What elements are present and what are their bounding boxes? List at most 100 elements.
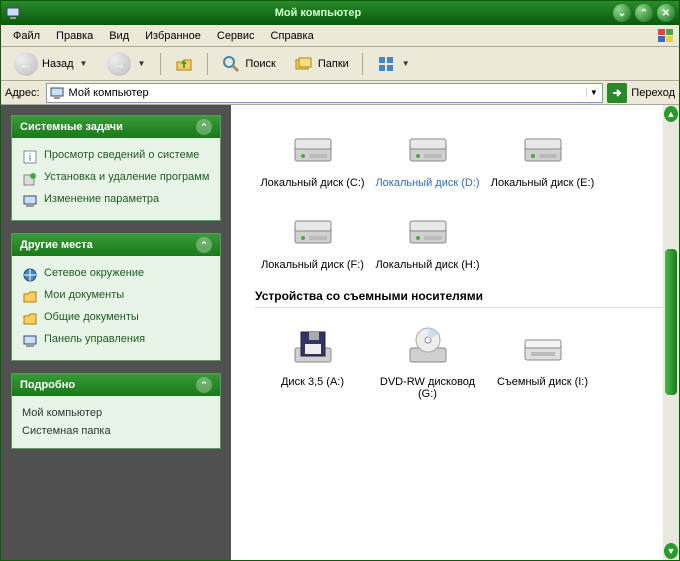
collapse-icon[interactable]: ⌃ [196, 237, 212, 253]
place-label: Панель управления [44, 333, 145, 345]
drive-label: DVD-RW дисковод (G:) [372, 376, 483, 400]
computer-icon [49, 85, 65, 101]
go-arrow-icon [610, 86, 624, 100]
other-places-box: Другие места ⌃ Сетевое окружение Мои док… [11, 233, 221, 361]
forward-button[interactable]: → ▼ [100, 48, 154, 80]
dvd-icon [404, 322, 452, 370]
minimize-button[interactable]: ⌄ [613, 4, 631, 22]
folders-icon [294, 54, 314, 74]
hdd-icon [289, 205, 337, 253]
back-label: Назад [42, 58, 74, 70]
task-system-info[interactable]: i Просмотр сведений о системе [22, 146, 210, 168]
search-label: Поиск [245, 58, 275, 70]
views-icon [376, 54, 396, 74]
task-label: Изменение параметра [44, 193, 159, 205]
place-my-documents[interactable]: Мои документы [22, 286, 210, 308]
system-tasks-header[interactable]: Системные задачи ⌃ [12, 116, 220, 138]
toolbar: ← Назад ▼ → ▼ Поиск Папки ▼ [1, 47, 679, 81]
scroll-up-button[interactable]: ▲ [664, 106, 678, 122]
file-pane[interactable]: Локальный диск (C:) Локальный диск (D:) Ло… [231, 105, 679, 560]
side-panel: Системные задачи ⌃ i Просмотр сведений о… [1, 105, 231, 560]
computer-icon [5, 5, 21, 21]
scroll-track[interactable] [663, 123, 679, 542]
up-button[interactable] [167, 50, 201, 78]
collapse-icon[interactable]: ⌃ [196, 119, 212, 135]
settings-icon [22, 193, 38, 209]
menu-file[interactable]: Файл [5, 28, 48, 44]
task-change-setting[interactable]: Изменение параметра [22, 190, 210, 212]
drive-label: Локальный диск (E:) [491, 177, 595, 189]
folder-icon [22, 311, 38, 327]
hdd-icon [519, 123, 567, 171]
menu-edit[interactable]: Правка [48, 28, 101, 44]
svg-text:i: i [29, 152, 31, 164]
address-dropdown-icon[interactable]: ▼ [586, 88, 600, 97]
programs-icon [22, 171, 38, 187]
chevron-down-icon[interactable]: ▼ [135, 59, 147, 68]
maximize-button[interactable]: ⌃ [635, 4, 653, 22]
other-places-header[interactable]: Другие места ⌃ [12, 234, 220, 256]
folders-button[interactable]: Папки [287, 50, 356, 78]
chevron-down-icon[interactable]: ▼ [400, 59, 412, 68]
back-arrow-icon: ← [14, 52, 38, 76]
back-button[interactable]: ← Назад ▼ [7, 48, 96, 80]
go-label: Переход [631, 87, 675, 99]
toolbar-separator [160, 53, 161, 75]
drive-item[interactable]: Локальный диск (D:) [370, 117, 485, 199]
scroll-thumb[interactable] [665, 249, 677, 396]
go-button[interactable] [607, 83, 627, 103]
window-title: Мой компьютер [27, 7, 609, 19]
content-area: Системные задачи ⌃ i Просмотр сведений о… [1, 105, 679, 560]
other-places-body: Сетевое окружение Мои документы Общие до… [12, 256, 220, 360]
menu-tools[interactable]: Сервис [209, 28, 263, 44]
address-label: Адрес: [5, 87, 42, 99]
place-network[interactable]: Сетевое окружение [22, 264, 210, 286]
details-header[interactable]: Подробно ⌃ [12, 374, 220, 396]
hdd-icon [289, 123, 337, 171]
removable-section-header: Устройства со съемными носителями [255, 281, 669, 308]
up-folder-icon [174, 54, 194, 74]
menu-view[interactable]: Вид [101, 28, 137, 44]
menu-favorites[interactable]: Избранное [137, 28, 209, 44]
place-shared-documents[interactable]: Общие документы [22, 308, 210, 330]
system-tasks-title: Системные задачи [20, 121, 123, 133]
hdd-icon [404, 205, 452, 253]
hdd-icon [404, 123, 452, 171]
drive-item[interactable]: Локальный диск (F:) [255, 199, 370, 281]
drive-label: Локальный диск (H:) [375, 259, 479, 271]
title-bar[interactable]: Мой компьютер ⌄ ⌃ ✕ [1, 1, 679, 25]
drive-item[interactable]: Диск 3,5 (A:) [255, 316, 370, 410]
drive-label: Съемный диск (I:) [497, 376, 588, 388]
search-button[interactable]: Поиск [214, 50, 282, 78]
scroll-down-button[interactable]: ▼ [664, 543, 678, 559]
drive-item[interactable]: Локальный диск (H:) [370, 199, 485, 281]
task-add-remove-programs[interactable]: Установка и удаление программ [22, 168, 210, 190]
details-body: Мой компьютер Системная папка [12, 396, 220, 448]
place-control-panel[interactable]: Панель управления [22, 330, 210, 352]
details-box: Подробно ⌃ Мой компьютер Системная папка [11, 373, 221, 449]
forward-arrow-icon: → [107, 52, 131, 76]
vertical-scrollbar[interactable]: ▲ ▼ [663, 105, 679, 560]
address-field[interactable]: Мой компьютер ▼ [46, 83, 604, 103]
address-bar: Адрес: Мой компьютер ▼ Переход [1, 81, 679, 105]
removable-grid: Диск 3,5 (A:) DVD-RW дисковод (G:) Съемный… [255, 316, 669, 410]
folder-icon [22, 289, 38, 305]
views-button[interactable]: ▼ [369, 50, 419, 78]
info-icon: i [22, 149, 38, 165]
removable-icon [519, 322, 567, 370]
menu-bar: Файл Правка Вид Избранное Сервис Справка [1, 25, 679, 47]
chevron-down-icon[interactable]: ▼ [78, 59, 90, 68]
drive-label: Диск 3,5 (A:) [281, 376, 344, 388]
address-value: Мой компьютер [65, 87, 587, 99]
drive-item[interactable]: Локальный диск (C:) [255, 117, 370, 199]
drive-item[interactable]: Локальный диск (E:) [485, 117, 600, 199]
drive-label: Локальный диск (D:) [375, 177, 479, 189]
drive-item[interactable]: Съемный диск (I:) [485, 316, 600, 410]
details-title: Подробно [20, 379, 75, 391]
folders-label: Папки [318, 58, 349, 70]
menu-help[interactable]: Справка [263, 28, 322, 44]
collapse-icon[interactable]: ⌃ [196, 377, 212, 393]
drive-item[interactable]: DVD-RW дисковод (G:) [370, 316, 485, 410]
close-button[interactable]: ✕ [657, 4, 675, 22]
drive-label: Локальный диск (C:) [260, 177, 364, 189]
